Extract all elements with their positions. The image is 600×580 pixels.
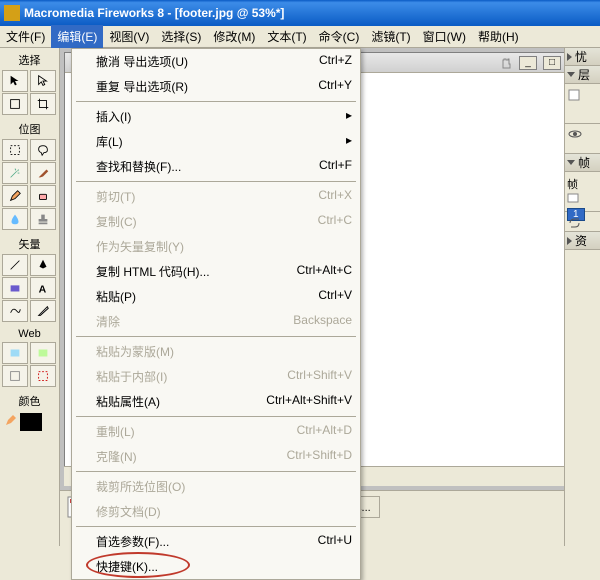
stroke-color-swatch[interactable] (20, 413, 42, 431)
slice-tool[interactable] (30, 342, 56, 364)
rect-tool[interactable] (2, 277, 28, 299)
menu-help[interactable]: 帮助(H) (472, 25, 525, 48)
right-panels: 忧 层 帧 帧 1 资 (564, 48, 600, 546)
frame-label: 帧 (567, 179, 578, 191)
toolbox: 选择 位图 矢量 (0, 48, 60, 546)
pointer-tool[interactable] (2, 70, 28, 92)
menu-item[interactable]: 粘贴(P)Ctrl+V (72, 284, 360, 309)
tool-section-select: 选择 (2, 50, 57, 70)
menu-file[interactable]: 文件(F) (0, 25, 51, 48)
menu-item: 作为矢量复制(Y) (72, 234, 360, 259)
menu-item[interactable]: 查找和替换(F)...Ctrl+F (72, 154, 360, 179)
loop-icon[interactable] (567, 216, 587, 230)
pencil-icon (4, 413, 18, 427)
menu-filters[interactable]: 滤镜(T) (365, 25, 416, 48)
menu-view[interactable]: 视图(V) (103, 25, 155, 48)
maximize-doc-button[interactable]: □ (543, 56, 561, 70)
app-icon (4, 5, 20, 21)
scale-tool[interactable] (2, 93, 28, 115)
titlebar: Macromedia Fireworks 8 - [footer.jpg @ 5… (0, 0, 600, 26)
hide-slice-tool[interactable] (2, 365, 28, 387)
menu-item: 剪切(T)Ctrl+X (72, 184, 360, 209)
menu-item[interactable]: 库(L)▸ (72, 129, 360, 154)
knife-tool[interactable] (30, 300, 56, 322)
tool-section-colors: 颜色 (2, 391, 57, 411)
menu-window[interactable]: 窗口(W) (417, 25, 472, 48)
menubar: 文件(F) 编辑(E) 视图(V) 选择(S) 修改(M) 文本(T) 命令(C… (0, 26, 600, 48)
line-tool[interactable] (2, 254, 28, 276)
window-title: Macromedia Fireworks 8 - [footer.jpg @ 5… (24, 6, 596, 20)
tool-section-vector: 矢量 (2, 234, 57, 254)
menu-item: 粘贴于内部(I)Ctrl+Shift+V (72, 364, 360, 389)
pen-tool[interactable] (30, 254, 56, 276)
subselect-tool[interactable] (30, 70, 56, 92)
minimize-doc-button[interactable]: _ (519, 56, 537, 70)
stamp-tool[interactable] (30, 208, 56, 230)
menu-item: 复制(C)Ctrl+C (72, 209, 360, 234)
eye-icon[interactable] (567, 129, 583, 139)
hand-icon[interactable] (499, 56, 513, 70)
panel-assets[interactable]: 资 (565, 232, 600, 250)
menu-select[interactable]: 选择(S) (155, 25, 207, 48)
menu-item[interactable]: 快捷键(K)... (72, 554, 360, 579)
tool-section-web: Web (2, 326, 57, 342)
panel-optimize[interactable]: 忧 (565, 48, 600, 66)
checkbox-icon[interactable] (567, 193, 579, 203)
menu-item[interactable]: 首选参数(F)...Ctrl+U (72, 529, 360, 554)
menu-item[interactable]: 粘贴属性(A)Ctrl+Alt+Shift+V (72, 389, 360, 414)
menu-item[interactable]: 复制 HTML 代码(H)...Ctrl+Alt+C (72, 259, 360, 284)
menu-item[interactable]: 插入(I)▸ (72, 104, 360, 129)
pencil-tool[interactable] (2, 185, 28, 207)
brush-tool[interactable] (30, 162, 56, 184)
menu-commands[interactable]: 命令(C) (313, 25, 366, 48)
text-tool[interactable]: A (30, 277, 56, 299)
show-slice-tool[interactable] (30, 365, 56, 387)
menu-modify[interactable]: 修改(M) (207, 25, 261, 48)
menu-item[interactable]: 重复 导出选项(R)Ctrl+Y (72, 74, 360, 99)
menu-item: 裁剪所选位图(O) (72, 474, 360, 499)
edit-dropdown-menu: 撤消 导出选项(U)Ctrl+Z重复 导出选项(R)Ctrl+Y 插入(I)▸库(… (71, 48, 361, 580)
crop-tool[interactable] (30, 93, 56, 115)
marquee-tool[interactable] (2, 139, 28, 161)
menu-item: 粘贴为蒙版(M) (72, 339, 360, 364)
lasso-tool[interactable] (30, 139, 56, 161)
menu-item: 重制(L)Ctrl+Alt+D (72, 419, 360, 444)
panel-layers[interactable]: 层 (565, 66, 600, 84)
blur-tool[interactable] (2, 208, 28, 230)
menu-text[interactable]: 文本(T) (261, 25, 312, 48)
menu-item: 清除Backspace (72, 309, 360, 334)
freeform-tool[interactable] (2, 300, 28, 322)
menu-edit[interactable]: 编辑(E) (51, 25, 103, 48)
menu-item[interactable]: 撤消 导出选项(U)Ctrl+Z (72, 49, 360, 74)
wand-tool[interactable] (2, 162, 28, 184)
eraser-tool[interactable] (30, 185, 56, 207)
menu-item: 克隆(N)Ctrl+Shift+D (72, 444, 360, 469)
svg-text:A: A (39, 283, 47, 295)
page-icon[interactable] (567, 88, 583, 102)
tool-section-bitmap: 位图 (2, 119, 57, 139)
menu-item: 修剪文档(D) (72, 499, 360, 524)
panel-frames[interactable]: 帧 (565, 154, 600, 172)
hotspot-tool[interactable] (2, 342, 28, 364)
